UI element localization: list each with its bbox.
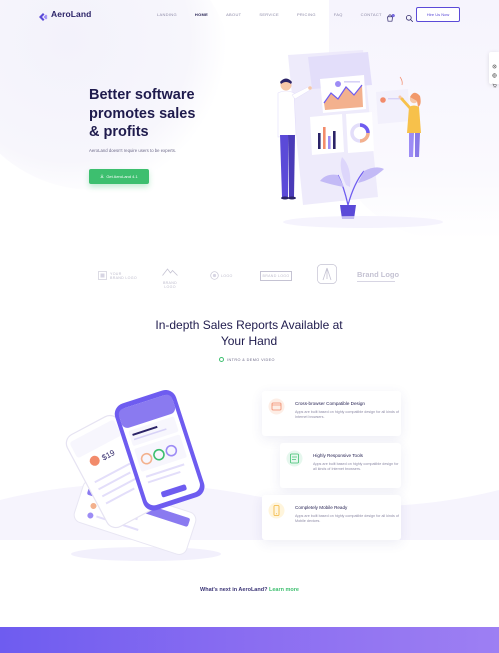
learn-more-link[interactable]: Learn more: [269, 587, 299, 593]
feature-card-cross-browser[interactable]: Cross-browser Compatible Design Apps are…: [262, 391, 401, 436]
circle-logo-icon: [210, 267, 219, 285]
menu-item-about[interactable]: ABOUT: [226, 12, 241, 17]
brand-logos-row: YOUR BRAND LOGO BRAND LOGO LOGO BRAND LO…: [98, 263, 403, 289]
shopping-cart-icon[interactable]: [492, 75, 497, 88]
brand-logo-2-line1: BRAND: [162, 280, 178, 285]
menu-item-landing[interactable]: LANDING: [157, 12, 177, 17]
brand-logo-1-icon: [98, 267, 107, 285]
brand-logo-3: LOGO: [210, 263, 240, 289]
reports-title-line: In-depth Sales Reports Available at: [155, 318, 343, 332]
menu-item-contact[interactable]: CONTACT: [361, 12, 382, 17]
get-aeroland-label: Get AeroLand 4.1: [106, 174, 138, 179]
play-icon: [219, 357, 224, 362]
responsive-tools-icon: [286, 450, 303, 467]
nav-icons: 0: [386, 10, 414, 22]
feature-title: Highly Responsive Tools: [313, 453, 363, 458]
feature-description: Apps are built based on highly compatibl…: [295, 410, 399, 420]
feature-title: Cross-browser Compatible Design: [295, 401, 365, 406]
brand-logo-2-text: BRAND LOGO: [163, 281, 177, 290]
logo-mark-icon: [38, 9, 48, 21]
brand-name: AeroLand: [51, 9, 92, 19]
hero-title: Better software promotes sales & profits: [89, 86, 229, 142]
feature-card-responsive-tools[interactable]: Highly Responsive Tools Apps are built b…: [280, 443, 401, 488]
search-icon[interactable]: [405, 10, 414, 22]
brand-logo-4-text: BRAND LOGO: [259, 271, 293, 281]
phones-illustration: $19: [56, 384, 226, 562]
brand-logo-2-line2: LOGO: [164, 285, 176, 289]
hero-title-line: Better software: [89, 87, 195, 103]
intro-video-link[interactable]: INTRO & DEMO VIDEO: [219, 357, 275, 362]
settings-gear-icon[interactable]: [492, 56, 497, 69]
hands-logo-icon: [317, 263, 337, 289]
menu-item-pricing[interactable]: PRICING: [297, 12, 316, 17]
side-toolbar: [489, 52, 499, 88]
menu-item-service[interactable]: SERVICE: [259, 12, 279, 17]
reports-title-line: Your Hand: [220, 333, 278, 348]
menu-item-faq[interactable]: FAQ: [334, 12, 343, 17]
hero-title-line: & profits: [89, 124, 149, 141]
brand-logo-5: [316, 263, 338, 289]
cart-icon[interactable]: 0: [386, 10, 395, 22]
brand-logo-2: BRAND LOGO: [158, 263, 182, 289]
hero-illustration: [268, 47, 458, 232]
brand-logo-6-tagline: [357, 281, 395, 282]
brand-logo-1-line2: BRAND LOGO: [110, 276, 137, 280]
whats-next-text: What's next in AeroLand?: [200, 587, 268, 593]
footer-gradient-band: [0, 627, 499, 653]
brand-logo-1-line1: YOUR: [110, 271, 122, 276]
brand-logo-6-text: Brand Logo: [357, 270, 400, 280]
brand-logo-4: BRAND LOGO: [258, 263, 294, 289]
brand-logo-3-text: LOGO: [221, 273, 233, 278]
support-icon[interactable]: [491, 65, 497, 79]
feature-description: Apps are built based on highly compatibl…: [313, 462, 399, 472]
mountain-logo-icon: [162, 263, 178, 281]
brand-logo-1-text: YOUR BRAND LOGO: [110, 272, 137, 281]
feature-description: Apps are built based on highly compatibl…: [295, 514, 399, 524]
brand-logo-6: Brand Logo: [357, 263, 403, 289]
main-menu: LANDING HOME ABOUT SERVICE PRICING FAQ C…: [157, 12, 400, 17]
hero-subtitle: AeroLand doesn't require users to be exp…: [89, 148, 177, 153]
hire-us-button[interactable]: Hire Us Now: [416, 7, 460, 22]
whats-next-line: What's next in AeroLand? Learn more: [0, 587, 499, 593]
brand-logo-1: YOUR BRAND LOGO: [98, 263, 142, 289]
reports-section-title: In-depth Sales Reports Available at Your…: [120, 318, 378, 349]
hero-title-line: promotes sales: [89, 105, 196, 122]
menu-item-home[interactable]: HOME: [195, 12, 208, 17]
brand-logo[interactable]: AeroLand: [38, 9, 92, 21]
intro-video-label: INTRO & DEMO VIDEO: [227, 357, 275, 362]
browser-icon: [268, 398, 285, 415]
feature-card-mobile-ready[interactable]: Completely Mobile Ready Apps are built b…: [262, 495, 401, 540]
mobile-icon: [268, 502, 285, 519]
landing-page: AeroLand LANDING HOME ABOUT SERVICE PRIC…: [0, 0, 499, 653]
feature-title: Completely Mobile Ready: [295, 505, 348, 510]
top-nav: AeroLand LANDING HOME ABOUT SERVICE PRIC…: [0, 0, 499, 30]
get-aeroland-button[interactable]: Get AeroLand 4.1: [89, 169, 149, 184]
download-icon: [100, 174, 104, 179]
